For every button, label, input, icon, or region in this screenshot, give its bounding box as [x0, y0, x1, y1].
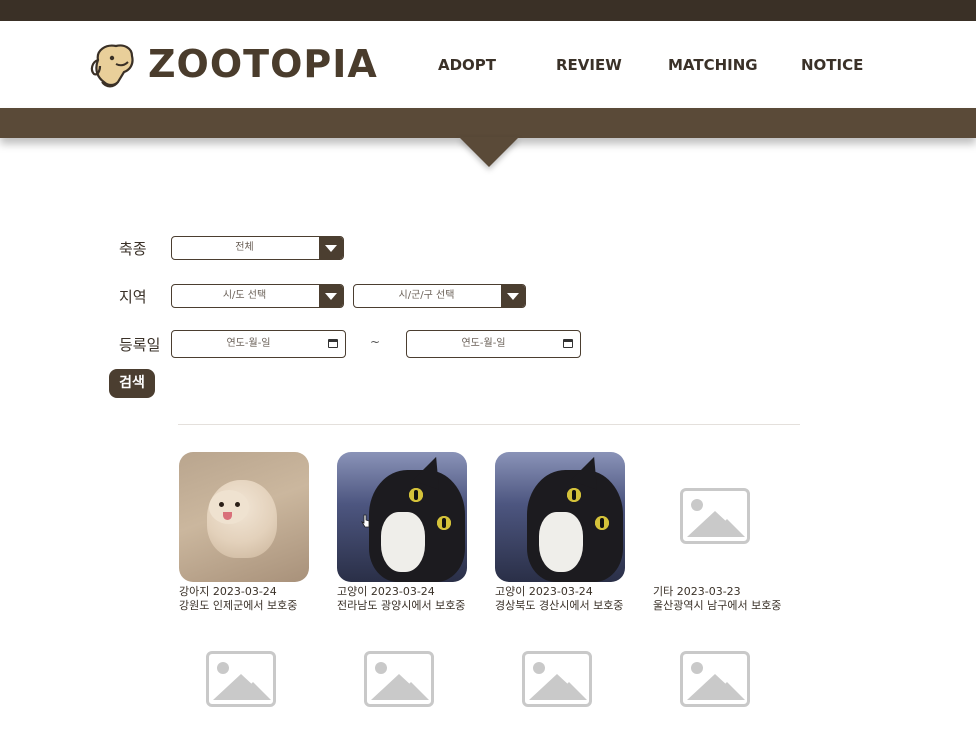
date-from-input[interactable]: 연도-월-일: [171, 330, 346, 358]
brand-name: ZOOTOPIA: [148, 42, 378, 86]
nav-adopt[interactable]: ADOPT: [438, 56, 496, 74]
top-bar: [0, 0, 976, 21]
card-date: 2023-03-24: [370, 585, 435, 598]
sido-select-value: 시/도 선택: [222, 290, 267, 301]
animal-card[interactable]: [179, 615, 339, 745]
card-location: 강원도 인제군에서 보호중: [179, 599, 298, 612]
logo[interactable]: ZOOTOPIA: [88, 36, 378, 92]
species-select-value: 전체: [235, 242, 254, 253]
species-select[interactable]: 전체: [171, 236, 344, 260]
card-type: 강아지: [179, 585, 210, 598]
calendar-icon[interactable]: [563, 339, 573, 348]
animal-photo[interactable]: [337, 452, 467, 582]
sido-select[interactable]: 시/도 선택: [171, 284, 344, 308]
animal-card[interactable]: [495, 615, 655, 745]
date-range-separator: ~: [370, 335, 381, 349]
mouse-cursor-icon: [361, 514, 370, 528]
card-date: 2023-03-24: [212, 585, 277, 598]
search-button[interactable]: 검색: [109, 369, 155, 398]
animal-card[interactable]: 고양이 2023-03-24 전라남도 광양시에서 보호중: [337, 452, 497, 613]
sigungu-select[interactable]: 시/군/구 선택: [353, 284, 526, 308]
date-label: 등록일: [119, 336, 161, 354]
dog-logo-icon: [90, 44, 134, 88]
animal-card[interactable]: 강아지 2023-03-24 강원도 인제군에서 보호중: [179, 452, 339, 613]
date-to-placeholder: 연도-월-일: [461, 338, 506, 349]
card-date: 2023-03-23: [676, 585, 741, 598]
species-label: 축종: [119, 240, 147, 258]
image-placeholder-icon[interactable]: [653, 452, 783, 582]
region-label: 지역: [119, 288, 147, 306]
site-header: ZOOTOPIA ADOPT REVIEW MATCHING NOTICE: [0, 21, 976, 108]
calendar-icon[interactable]: [328, 339, 338, 348]
divider: [178, 424, 800, 425]
card-caption: 기타 2023-03-23 울산광역시 남구에서 보호중: [653, 585, 813, 613]
card-location: 경상북도 경산시에서 보호중: [495, 599, 624, 612]
sigungu-select-value: 시/군/구 선택: [398, 290, 455, 301]
card-caption: 고양이 2023-03-24 전라남도 광양시에서 보호중: [337, 585, 497, 613]
date-from-placeholder: 연도-월-일: [226, 338, 271, 349]
card-type: 기타: [653, 585, 674, 598]
image-placeholder-icon[interactable]: [179, 615, 309, 745]
card-date: 2023-03-24: [528, 585, 593, 598]
nav-notice[interactable]: NOTICE: [801, 56, 863, 74]
header-band: [0, 108, 976, 138]
card-type: 고양이: [495, 585, 526, 598]
animal-card[interactable]: [337, 615, 497, 745]
nav-matching[interactable]: MATCHING: [668, 56, 758, 74]
nav-review[interactable]: REVIEW: [556, 56, 622, 74]
animal-card[interactable]: [653, 615, 813, 745]
card-location: 울산광역시 남구에서 보호중: [653, 599, 782, 612]
animal-photo[interactable]: [495, 452, 625, 582]
header-pointer: [459, 137, 519, 167]
card-location: 전라남도 광양시에서 보호중: [337, 599, 466, 612]
image-placeholder-icon[interactable]: [495, 615, 625, 745]
card-type: 고양이: [337, 585, 368, 598]
image-placeholder-icon[interactable]: [653, 615, 783, 745]
card-caption: 고양이 2023-03-24 경상북도 경산시에서 보호중: [495, 585, 655, 613]
date-to-input[interactable]: 연도-월-일: [406, 330, 581, 358]
animal-card[interactable]: 고양이 2023-03-24 경상북도 경산시에서 보호중: [495, 452, 655, 613]
card-caption: 강아지 2023-03-24 강원도 인제군에서 보호중: [179, 585, 339, 613]
animal-photo[interactable]: [179, 452, 309, 582]
chevron-down-icon: [319, 285, 343, 307]
chevron-down-icon: [319, 237, 343, 259]
chevron-down-icon: [501, 285, 525, 307]
image-placeholder-icon[interactable]: [337, 615, 467, 745]
animal-card[interactable]: 기타 2023-03-23 울산광역시 남구에서 보호중: [653, 452, 813, 613]
